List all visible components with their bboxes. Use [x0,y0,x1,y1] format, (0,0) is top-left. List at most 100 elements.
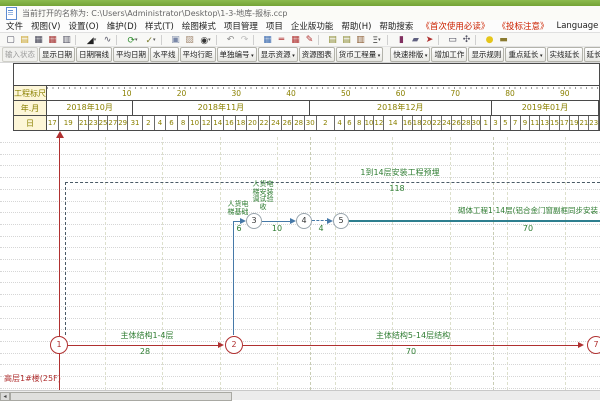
toolbar-icon[interactable]: ▤ [340,34,353,46]
day-cell: 30 [472,116,482,130]
toolbar-icon[interactable]: ▤ [326,34,339,46]
separator [116,35,121,45]
day-cell: 16 [224,116,236,130]
toolbar-icon[interactable]: ═ [275,34,288,46]
day-cell: 2 [143,116,155,130]
toolbar-icon[interactable]: ↷ [238,34,251,46]
quick-button[interactable]: 输入状态 [2,47,38,62]
h-gridline [0,259,600,260]
day-row: 日 17192123252729312468101214161820222426… [14,115,599,130]
hoist-install-duration: 10 [272,224,282,233]
main-structure-5-14-line[interactable] [243,345,578,346]
toolbar-icon[interactable]: ◉ [197,34,214,46]
quick-button[interactable]: 资源图表 [299,47,335,62]
main-structure-1-4-line[interactable] [68,345,218,346]
quick-button[interactable]: 水平线 [150,47,179,62]
day-cell: 24 [442,116,452,130]
ruler-number: 50 [341,89,351,98]
menu-item[interactable]: Language [556,21,598,31]
toolbar-icon[interactable]: ▦ [261,34,274,46]
toolbar-icon[interactable]: ▦ [32,34,45,46]
menu-item[interactable]: 文件 [6,20,23,32]
toolbar-icon[interactable]: ▥ [60,34,73,46]
month-cell: 2018年11月 [133,101,309,115]
quick-button[interactable]: 日期隔线 [76,47,112,62]
network-node-5[interactable]: 5 [333,213,349,229]
embed-activity-line[interactable] [65,182,600,183]
quick-button[interactable]: 显示日期 [39,47,75,62]
toolbar-icon[interactable]: ▭ [446,34,459,46]
toolbar-icon[interactable]: ↶ [224,34,237,46]
quick-button[interactable]: 平均行距 [180,47,216,62]
toolbar-icon[interactable]: ▦ [46,34,59,46]
month-cell: 2018年12月 [310,101,492,115]
hoist-install-line[interactable] [262,221,291,222]
separator [387,35,392,45]
toolbar-icon[interactable]: ⟳ [124,34,141,46]
network-node-1[interactable]: 1 [50,336,68,354]
quick-button[interactable]: 重点延长 [505,47,545,62]
menu-item[interactable]: 帮助(H) [341,20,371,32]
separator [253,35,258,45]
toolbar-icon[interactable]: ▤ [18,34,31,46]
application-window: 当前打开的名称为: C:\Users\Administrator\Desktop… [0,0,600,400]
network-node-7[interactable]: 7 [587,336,600,354]
horizontal-scrollbar[interactable]: ◂ [0,390,600,400]
quick-button[interactable]: 单独编号 [217,47,257,62]
dummy-link-line[interactable] [312,220,328,221]
day-cell: 8 [178,116,190,130]
menu-item[interactable]: 《投标注意》 [497,20,548,32]
network-node-3[interactable]: 3 [246,213,262,229]
toolbar-icon[interactable]: ▮ [395,34,408,46]
menu-item[interactable]: 设置(O) [68,20,98,32]
masonry-activity-line[interactable] [349,220,600,222]
toolbar-icon[interactable]: ∿ [101,34,114,46]
toolbar-icon[interactable]: ▥ [354,34,367,46]
menu-item[interactable]: 项目 [266,20,283,32]
day-cell: 13 [540,116,550,130]
toolbar-icon[interactable]: ▬ [497,34,510,46]
toolbar-icon[interactable]: Ξ [368,34,385,46]
toolbar-icon[interactable]: ▦ [289,34,302,46]
day-cell: 28 [462,116,472,130]
quick-button[interactable]: 快速排版 [390,47,430,62]
quick-button[interactable]: 显示资源 [258,47,298,62]
quick-button[interactable]: 平均日期 [113,47,149,62]
masonry-activity-label: 砌体工程1-14层(铝合金门窗副框同步安装 [458,205,598,216]
diagram-canvas[interactable]: 主体结构1-4层 28 主体结构5-14层结构 70 1到14层安装工程预埋 1… [0,131,600,390]
quick-button[interactable]: 增加工作 [431,47,467,62]
quick-button[interactable]: 显示规则 [468,47,504,62]
menu-item[interactable]: 项目管理 [224,20,258,32]
menu-item[interactable]: 维护(D) [107,20,137,32]
main-structure-5-14-duration: 70 [406,347,416,356]
toolbar-icon[interactable]: ✎ [303,34,316,46]
toolbar-icon[interactable]: ◢ [83,34,100,46]
toolbar-icon[interactable]: ➤ [423,34,436,46]
toolbar-icon[interactable]: ▨ [183,34,196,46]
toolbar-icon[interactable]: ✣ [460,34,473,46]
menu-item[interactable]: 《首次使用必读》 [421,20,489,32]
menu-item[interactable]: 帮助搜索 [379,20,413,32]
toolbar-icon[interactable]: ▣ [169,34,182,46]
menu-item[interactable]: 绘图模式 [182,20,216,32]
day-cell: 18 [236,116,248,130]
h-gridline [0,142,600,143]
day-cell: 19 [570,116,580,130]
toolbar-icon[interactable]: ● [483,34,496,46]
ruler-number: 60 [396,89,406,98]
network-node-2[interactable]: 2 [225,336,243,354]
quick-button[interactable]: 实线延长 [547,47,583,62]
toolbar-icon[interactable]: ▢ [4,34,17,46]
quick-button[interactable]: 货币工程量 [336,47,384,62]
menu-item[interactable]: 样式(T) [145,20,174,32]
day-cell: 23 [589,116,599,130]
toolbar-icon[interactable]: ✓ [142,34,159,46]
network-node-4[interactable]: 4 [296,213,312,229]
ruler-number: 40 [286,89,296,98]
menu-item[interactable]: 视图(V) [31,20,60,32]
menu-item[interactable]: 企业版功能 [291,20,334,32]
day-cell: 26 [452,116,462,130]
quick-button[interactable]: 延长设置 [584,47,600,62]
h-gridline [0,388,600,389]
toolbar-icon[interactable]: ▰ [409,34,422,46]
